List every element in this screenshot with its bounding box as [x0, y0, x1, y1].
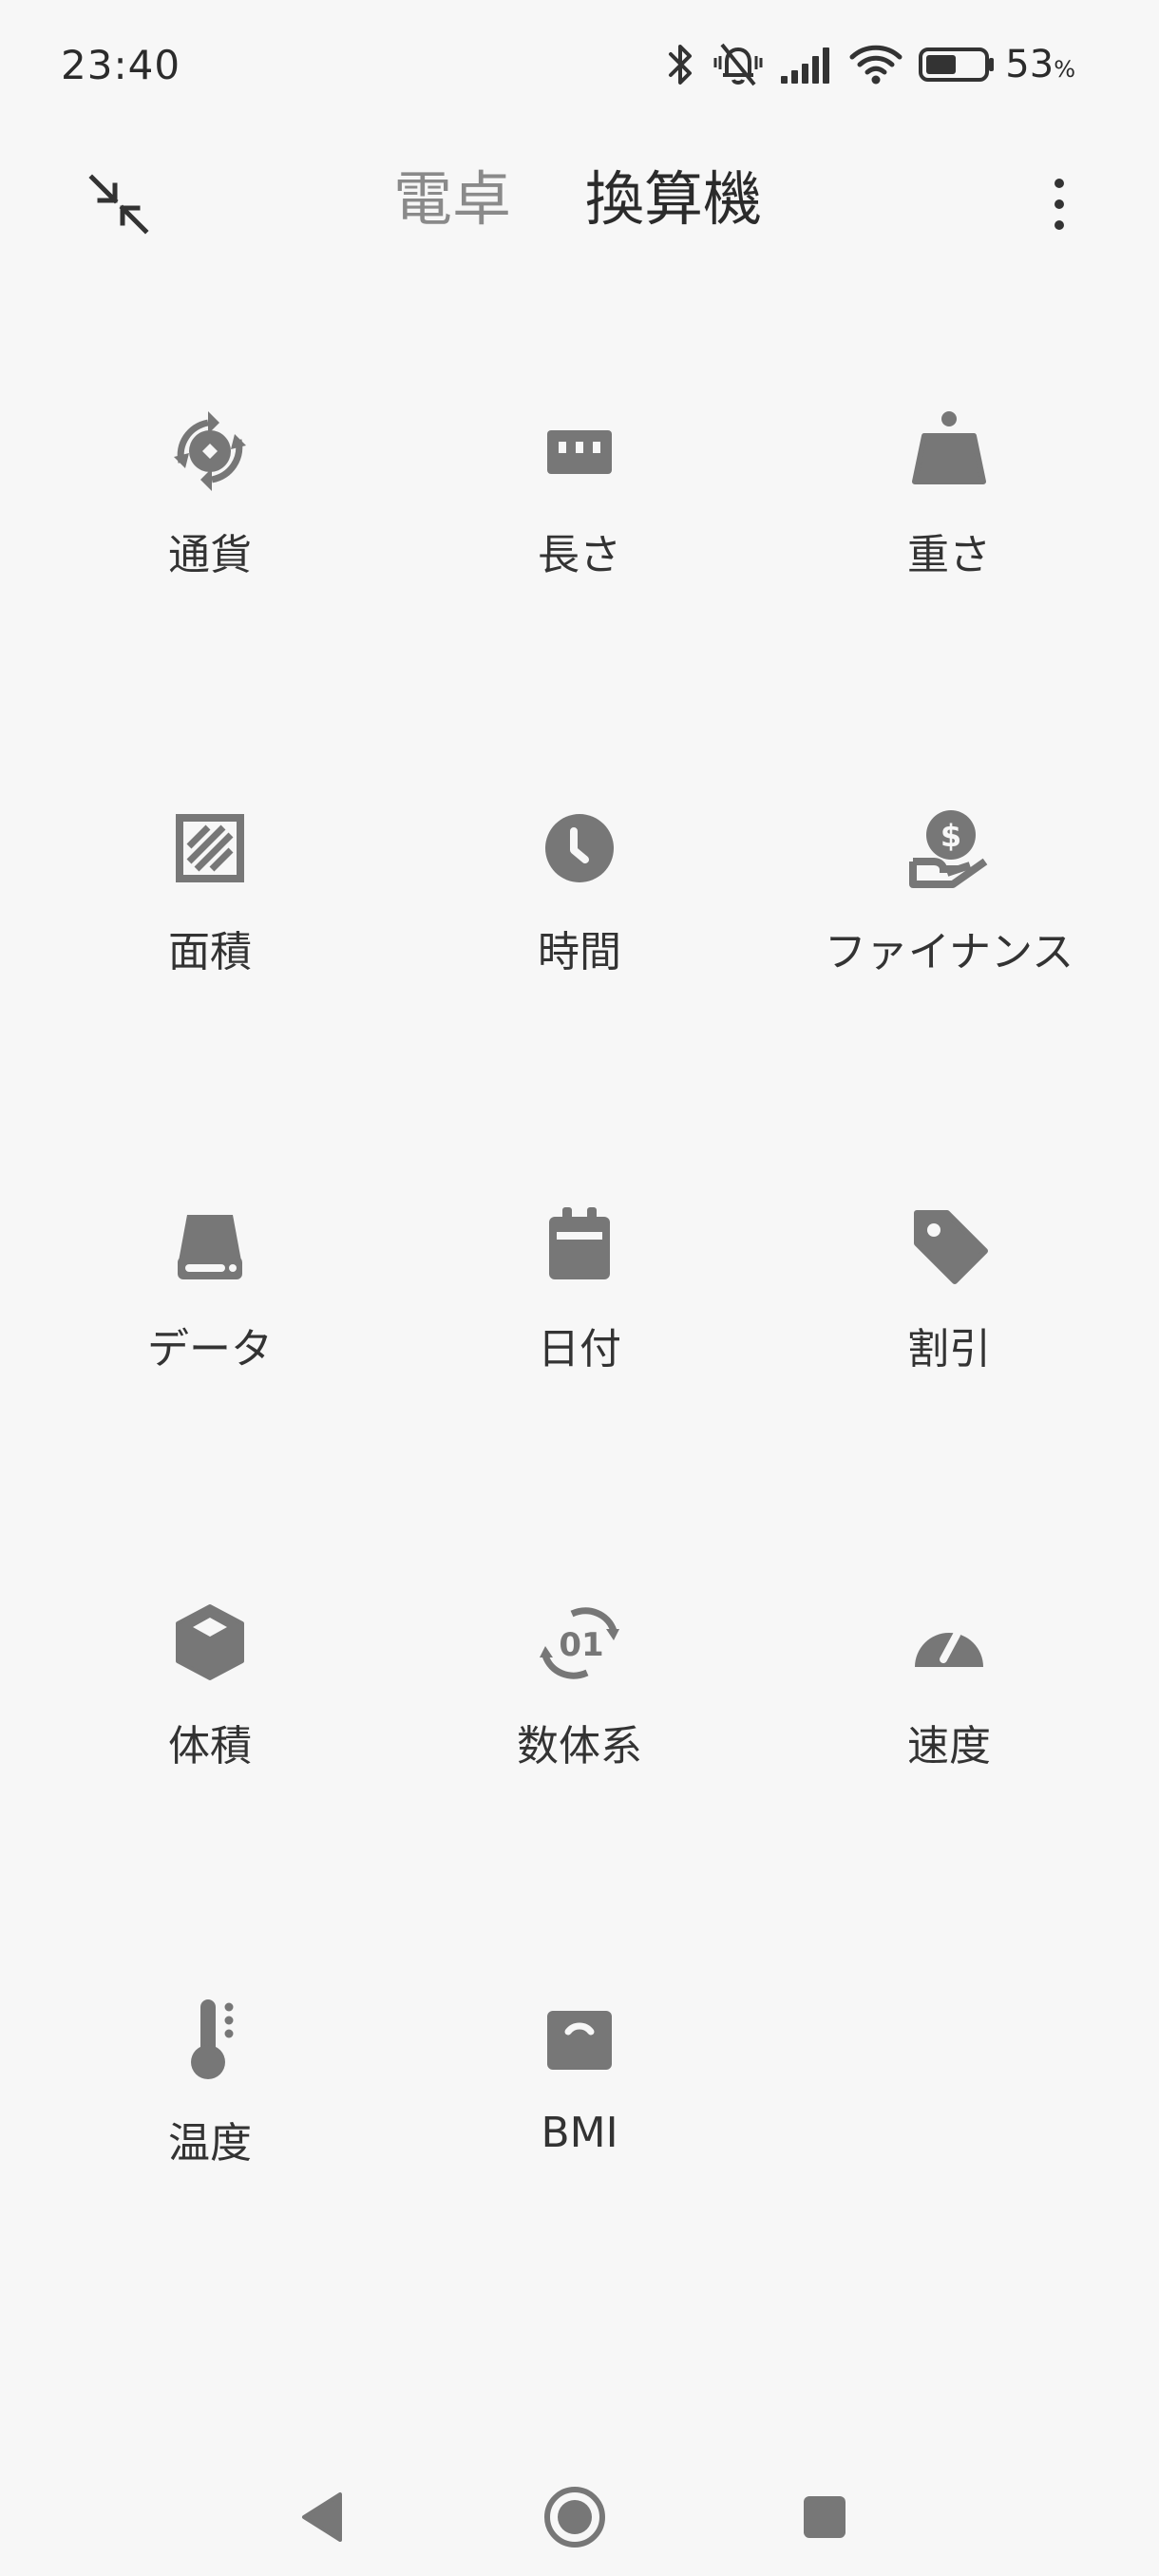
- converter-label: 割引: [907, 1325, 991, 1373]
- weight-icon: [897, 399, 1001, 503]
- converter-speed[interactable]: 速度: [765, 1590, 1133, 1875]
- converter-label: 長さ: [538, 531, 621, 579]
- converter-discount[interactable]: 割引: [765, 1193, 1133, 1478]
- bluetooth-icon: [669, 45, 693, 85]
- converter-label: 体積: [168, 1722, 252, 1771]
- converter-area[interactable]: 面積: [26, 796, 394, 1081]
- converter-label: 速度: [907, 1722, 991, 1771]
- recents-button[interactable]: [777, 2470, 872, 2565]
- calendar-icon: [527, 1193, 632, 1297]
- bell-off-icon: [713, 43, 763, 86]
- battery-icon: [919, 47, 995, 82]
- converter-label: 通貨: [168, 531, 252, 579]
- back-button[interactable]: [276, 2470, 370, 2565]
- cube-icon: [158, 1590, 262, 1695]
- converter-currency[interactable]: 通貨: [26, 399, 394, 684]
- converter-label: 面積: [168, 928, 252, 976]
- tab-converter[interactable]: 換算機: [585, 161, 762, 237]
- tag-icon: [897, 1193, 1001, 1297]
- thermometer-icon: [158, 1987, 262, 2092]
- storage-icon: [158, 1193, 262, 1297]
- home-button[interactable]: [527, 2470, 622, 2565]
- converter-label: ファイナンス: [824, 928, 1074, 976]
- tab-calculator[interactable]: 電卓: [393, 161, 511, 237]
- status-time: 23:40: [61, 42, 181, 88]
- speedometer-icon: [897, 1590, 1001, 1695]
- converter-time[interactable]: 時間: [395, 796, 764, 1081]
- converter-date[interactable]: 日付: [395, 1193, 764, 1478]
- svg-text:$: $: [940, 818, 961, 854]
- converter-data[interactable]: データ: [26, 1193, 394, 1478]
- currency-icon: [158, 399, 262, 503]
- collapse-arrows-icon: [88, 174, 149, 235]
- battery-percent: 53: [1005, 43, 1054, 86]
- status-bar: 23:40 53%: [0, 0, 1159, 133]
- more-options-button[interactable]: [1026, 161, 1092, 247]
- converter-label: データ: [147, 1325, 273, 1373]
- converter-label: BMI: [541, 2109, 618, 2157]
- battery: 53%: [918, 43, 1075, 86]
- converter-label: 温度: [168, 2119, 252, 2168]
- status-icons: 53%: [665, 36, 1075, 93]
- converter-label: 日付: [538, 1325, 621, 1373]
- more-vert-icon: [1054, 179, 1064, 230]
- length-icon: [527, 399, 632, 503]
- wifi-icon: [849, 45, 902, 85]
- converter-bmi[interactable]: BMI: [395, 1987, 764, 2272]
- collapse-button[interactable]: [76, 161, 162, 247]
- converter-volume[interactable]: 体積: [26, 1590, 394, 1875]
- converter-label: 時間: [538, 928, 621, 976]
- home-icon: [544, 2487, 605, 2548]
- number-system-icon: 01: [527, 1590, 632, 1695]
- area-icon: [158, 796, 262, 900]
- clock-icon: [527, 796, 632, 900]
- scale-icon: [527, 1987, 632, 2092]
- converter-number-system[interactable]: 01 数体系: [395, 1590, 764, 1875]
- converter-weight[interactable]: 重さ: [765, 399, 1133, 684]
- converter-finance[interactable]: $ ファイナンス: [765, 796, 1133, 1081]
- converter-label: 重さ: [907, 531, 991, 579]
- battery-text: 53%: [1005, 43, 1075, 86]
- signal-icon: [781, 47, 830, 84]
- battery-unit: %: [1054, 56, 1075, 83]
- navigation-bar: [0, 2451, 1159, 2576]
- top-bar: 電卓 換算機: [0, 133, 1159, 266]
- converter-label: 数体系: [517, 1722, 642, 1771]
- svg-text:01: 01: [559, 1626, 603, 1664]
- recents-icon: [804, 2496, 846, 2538]
- converter-length[interactable]: 長さ: [395, 399, 764, 684]
- finance-icon: $: [897, 796, 1001, 900]
- back-icon: [302, 2492, 342, 2542]
- converter-temperature[interactable]: 温度: [26, 1987, 394, 2272]
